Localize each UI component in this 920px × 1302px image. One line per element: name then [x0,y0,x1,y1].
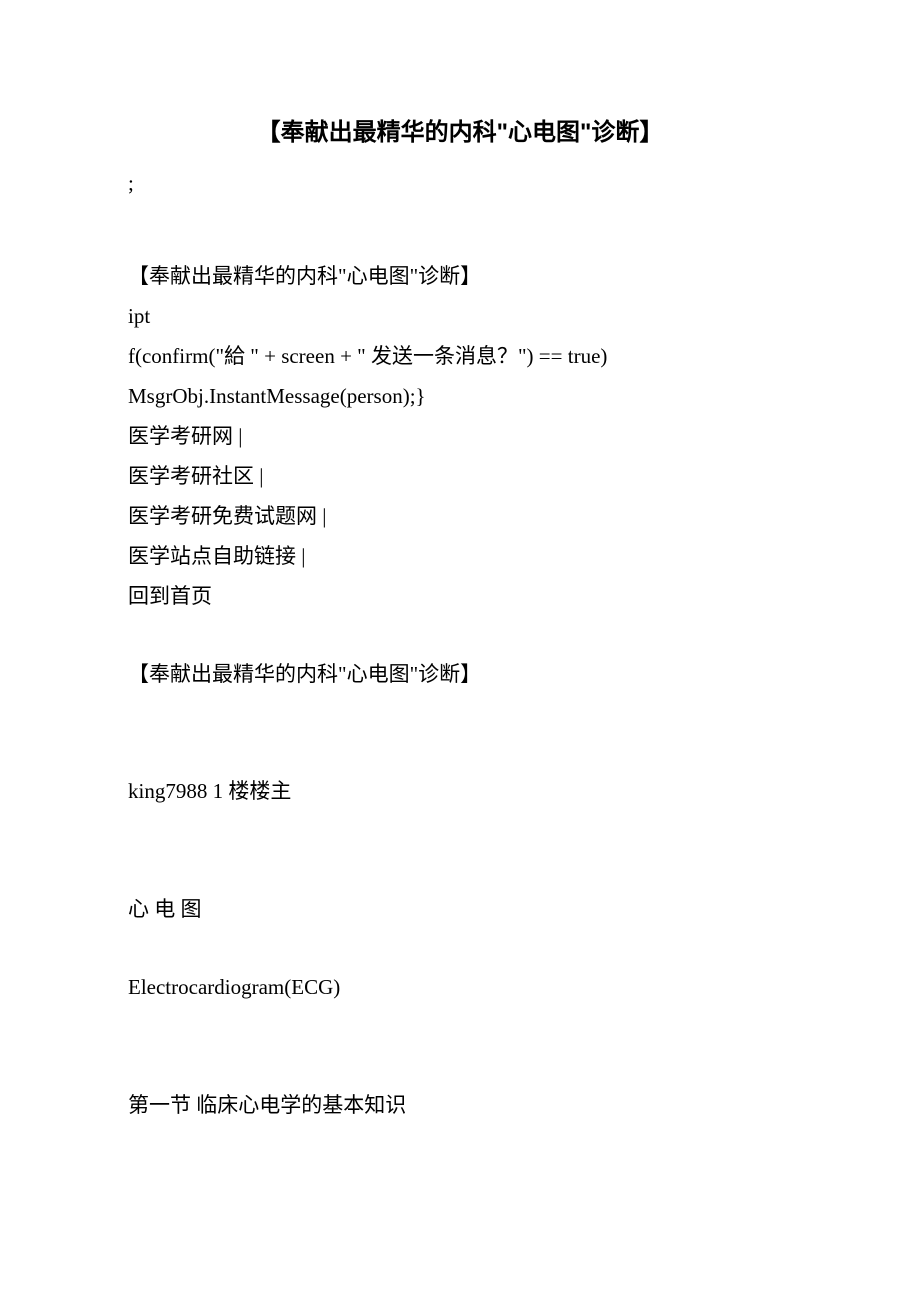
en-title: Electrocardiogram(ECG) [128,968,792,1008]
header-line: 【奉献出最精华的内科"心电图"诊断】 [128,257,792,297]
nav-link-2: 医学考研社区 | [128,457,792,497]
cn-title-block: 心 电 图 [128,890,792,930]
code-line-3: MsgrObj.InstantMessage(person);} [128,377,792,417]
section-block: 第一节 临床心电学的基本知识 [128,1086,792,1126]
spacer [128,850,792,890]
document-page: 【奉献出最精华的内科"心电图"诊断】 ; 【奉献出最精华的内科"心电图"诊断】 … [0,0,920,1302]
section-1: 第一节 临床心电学的基本知识 [128,1086,792,1126]
repeat-header: 【奉献出最精华的内科"心电图"诊断】 [128,655,792,695]
repeat-header-block: 【奉献出最精华的内科"心电图"诊断】 [128,655,792,695]
intro-block: 【奉献出最精华的内科"心电图"诊断】 ipt f(confirm("給 " + … [128,257,792,616]
code-line-2: f(confirm("給 " + screen + " 发送一条消息？") ==… [128,337,792,377]
nav-link-3: 医学考研免费试题网 | [128,497,792,537]
nav-link-1: 医学考研网 | [128,417,792,457]
en-title-block: Electrocardiogram(ECG) [128,968,792,1008]
nav-link-4: 医学站点自助链接 | [128,537,792,577]
semicolon-line: ; [128,164,792,204]
author-line: king7988 1 楼楼主 [128,772,792,812]
cn-title: 心 电 图 [128,890,792,930]
spacer [128,1046,792,1086]
nav-link-5: 回到首页 [128,577,792,617]
author-block: king7988 1 楼楼主 [128,772,792,812]
page-title: 【奉献出最精华的内科"心电图"诊断】 [128,110,792,156]
spacer [128,732,792,772]
code-line-1: ipt [128,297,792,337]
